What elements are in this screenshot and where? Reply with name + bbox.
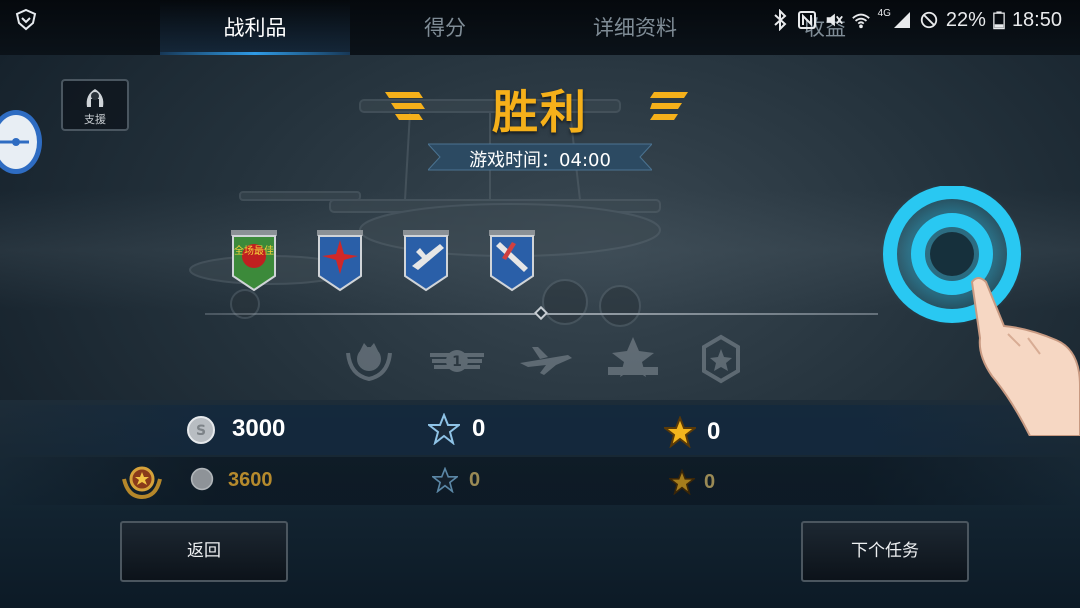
network-type: 4G [877, 7, 891, 19]
airplane-icon[interactable] [516, 333, 574, 385]
victory-title: 胜利 [492, 85, 588, 139]
blue-star-reward-value: 0 [472, 415, 486, 442]
best-player-medal-icon[interactable]: 全场最佳 [228, 228, 280, 292]
nfc-icon [797, 11, 816, 29]
next-mission-button[interactable]: 下个任务 [801, 521, 969, 582]
signal-icon [893, 12, 910, 28]
red-star-medal-icon[interactable] [314, 228, 366, 292]
rank-one-wings-icon[interactable]: 1 [428, 333, 486, 385]
mute-icon [826, 13, 843, 27]
wifi-icon [851, 13, 870, 29]
gold-star-bonus-icon [669, 469, 695, 495]
rank-badge-icon [122, 466, 162, 499]
tab-details[interactable]: 详细资料 [540, 0, 730, 55]
tab-score[interactable]: 得分 [350, 0, 540, 55]
blue-star-bonus-icon [432, 467, 458, 493]
rewards-row-bonus [0, 457, 1080, 505]
svg-text:S: S [196, 423, 206, 439]
game-time-text: 游戏时间：04:00 [469, 150, 611, 171]
game-time-banner: 游戏时间：04:00 [428, 142, 652, 172]
do-not-disturb-icon [920, 11, 938, 29]
silver-coin-bonus-icon [190, 467, 214, 491]
silver-bonus-value: 3600 [228, 469, 273, 491]
gold-star-reward-value: 0 [707, 418, 721, 445]
back-button[interactable]: 返回 [120, 521, 288, 582]
gold-star-bonus-value: 0 [704, 471, 716, 493]
blue-star-bonus-value: 0 [469, 469, 481, 491]
silver-coin-icon: S [187, 416, 215, 444]
blue-star-icon [428, 413, 460, 445]
star-ribbon-icon[interactable] [604, 333, 662, 385]
plane-medal-icon[interactable] [400, 228, 452, 292]
battery-icon [993, 11, 1005, 30]
shield-icon[interactable] [14, 8, 38, 32]
medals-row: 全场最佳 [228, 228, 538, 292]
top-bar: 战利品 得分 详细资料 收益 4G 22% 18:50 [0, 0, 1080, 55]
tutorial-tap-hint[interactable] [880, 186, 1080, 436]
laurel-crown-icon[interactable] [340, 333, 398, 385]
bluetooth-icon [773, 9, 787, 31]
best-player-text: 全场最佳 [234, 244, 274, 257]
achievement-icons-row: 1 [340, 333, 750, 385]
clock: 18:50 [1011, 8, 1062, 31]
tab-loot[interactable]: 战利品 [160, 0, 350, 55]
plane-dive-medal-icon[interactable] [486, 228, 538, 292]
right-wing-chevrons-icon [650, 92, 688, 120]
svg-text:1: 1 [452, 354, 462, 370]
battery-percent: 22% [945, 8, 986, 31]
hexagon-badge-icon[interactable] [692, 333, 750, 385]
gold-star-icon [664, 416, 696, 448]
pointing-hand-icon [970, 277, 1080, 436]
silver-reward-value: 3000 [232, 415, 286, 442]
system-status-bar: 4G 22% 18:50 [770, 6, 1062, 34]
